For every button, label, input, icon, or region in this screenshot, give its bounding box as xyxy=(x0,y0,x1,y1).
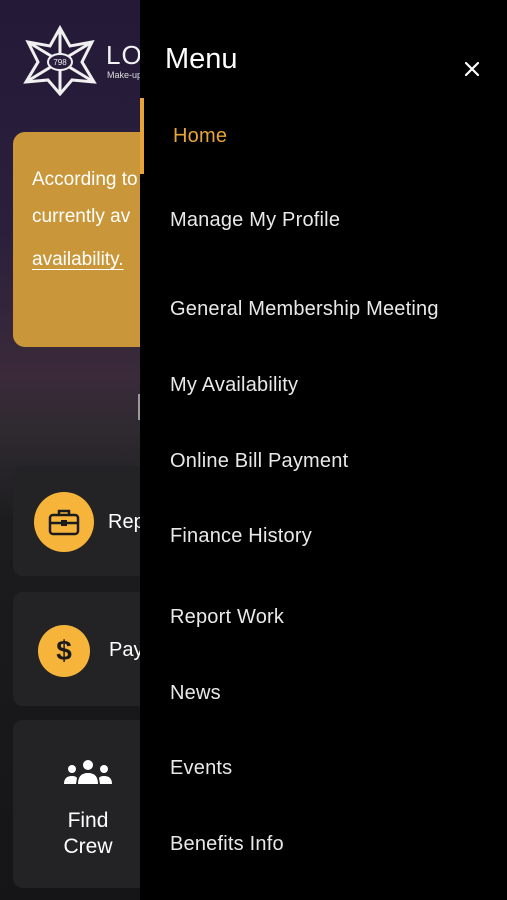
menu-item-manage-profile[interactable]: Manage My Profile xyxy=(170,209,340,232)
union-subtitle: Make-up xyxy=(107,70,143,80)
menu-item-events[interactable]: Events xyxy=(170,757,232,780)
menu-item-my-availability[interactable]: My Availability xyxy=(170,374,298,397)
navigation-drawer: Menu Home Manage My Profile General Memb… xyxy=(140,0,507,900)
group-icon xyxy=(64,760,112,784)
menu-item-home[interactable]: Home xyxy=(173,125,227,148)
dollar-icon: $ xyxy=(38,625,90,677)
banner-line-2: currently av xyxy=(32,206,131,227)
menu-item-membership-meeting[interactable]: General Membership Meeting xyxy=(170,298,439,321)
close-icon xyxy=(464,61,480,77)
availability-link[interactable]: availability. xyxy=(32,249,124,271)
menu-item-news[interactable]: News xyxy=(170,682,221,705)
active-item-indicator xyxy=(140,98,144,174)
logo-badge-number: 798 xyxy=(53,58,67,67)
briefcase-icon xyxy=(34,492,94,552)
menu-item-benefits-info[interactable]: Benefits Info xyxy=(170,833,284,856)
close-button[interactable] xyxy=(458,55,486,83)
menu-item-finance-history[interactable]: Finance History xyxy=(170,525,312,548)
banner-line-1: According to xyxy=(32,169,138,190)
payment-card-label: Pay xyxy=(109,639,144,661)
menu-item-bill-payment[interactable]: Online Bill Payment xyxy=(170,450,348,473)
menu-item-report-work[interactable]: Report Work xyxy=(170,606,284,629)
find-crew-label: Find Crew xyxy=(63,809,113,858)
union-logo: 798 xyxy=(23,24,97,96)
drawer-title: Menu xyxy=(165,43,238,75)
